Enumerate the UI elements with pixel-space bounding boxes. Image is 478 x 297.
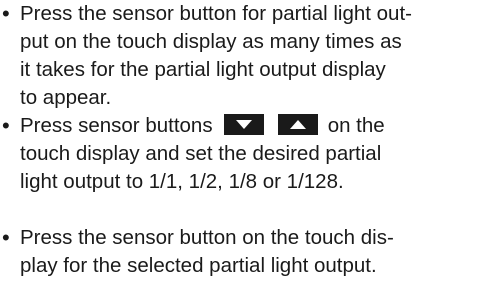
bullet: • bbox=[2, 1, 10, 26]
step-1-line-1: Press the sensor button for partial ligh… bbox=[20, 2, 412, 25]
step-2-line-1-text-after: on the bbox=[327, 114, 385, 137]
step-2-line-3: light output to 1/1, 1/2, 1/8 or 1/128. bbox=[20, 170, 344, 193]
bullet: • bbox=[2, 225, 10, 250]
bullet: • bbox=[2, 113, 10, 138]
step-3-line-2: play for the selected partial light outp… bbox=[20, 254, 377, 277]
step-3-line-1: Press the sensor button on the touch dis… bbox=[20, 226, 394, 249]
instruction-list: • Press the sensor button for partial li… bbox=[0, 0, 478, 297]
step-1-line-4: to appear. bbox=[20, 86, 112, 109]
step-2-line-1: Press sensor buttons on the bbox=[20, 112, 385, 140]
step-1-line-3: it takes for the partial light output di… bbox=[20, 58, 386, 81]
triangle-up-icon bbox=[277, 114, 318, 135]
step-2-line-1-text-before: Press sensor buttons bbox=[20, 114, 213, 137]
triangle-down-icon bbox=[224, 114, 265, 135]
step-2-line-2: touch display and set the desired partia… bbox=[20, 142, 382, 165]
step-1-line-2: put on the touch display as many times a… bbox=[20, 30, 402, 53]
